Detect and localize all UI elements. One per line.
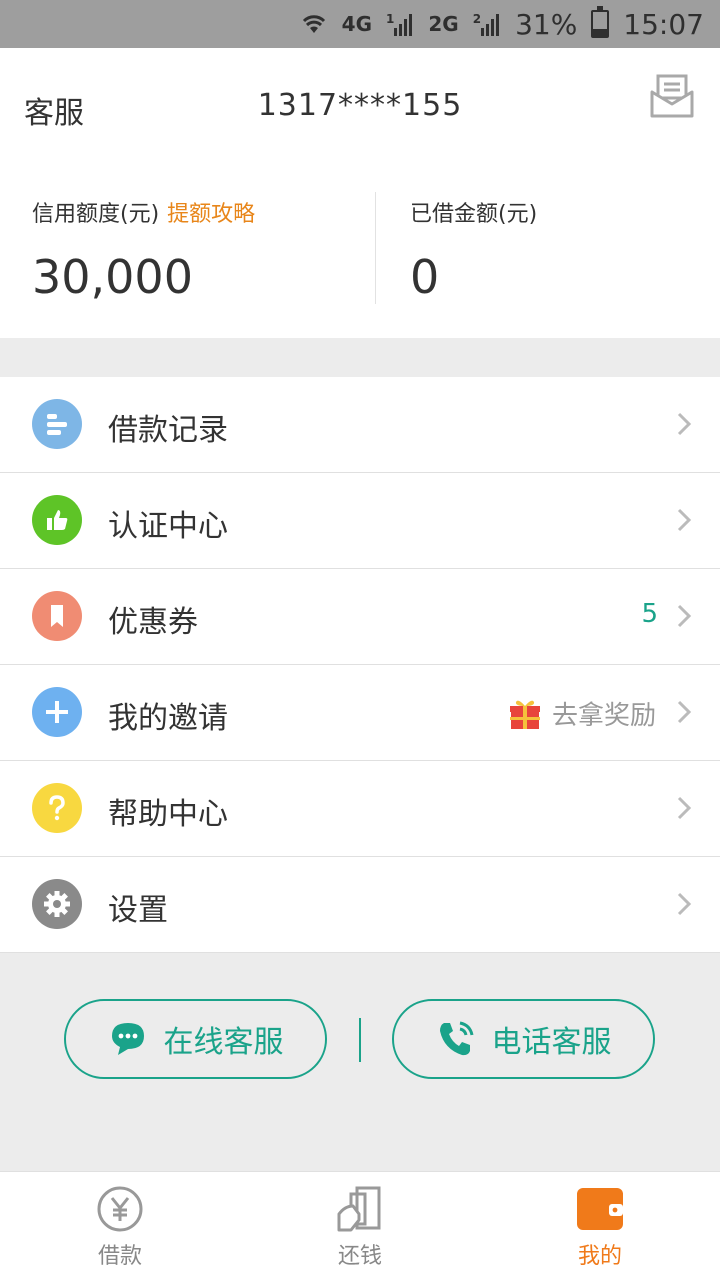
- menu-item-help-center[interactable]: 帮助中心: [0, 761, 720, 857]
- signal-2-icon: 2: [473, 12, 501, 36]
- phone-number: 1317****155: [257, 88, 463, 123]
- chevron-right-icon: [676, 603, 692, 629]
- borrowed-amount-label: 已借金额(元): [410, 202, 538, 227]
- reward-hint-label: 去拿奖励: [551, 701, 656, 731]
- service-buttons: 在线客服 电话客服: [0, 954, 720, 1170]
- bookmark-icon: [32, 591, 82, 641]
- gift-icon: [508, 697, 542, 731]
- header-divider: [375, 192, 376, 304]
- phone-icon: [436, 1019, 476, 1059]
- thumbs-up-icon: [32, 495, 82, 545]
- credit-limit-label-row: 信用额度(元) 提额攻略: [32, 196, 255, 228]
- menu-item-coupons[interactable]: 优惠券 5: [0, 569, 720, 665]
- menu-item-label: 优惠券: [108, 605, 198, 640]
- menu-item-label: 认证中心: [108, 509, 228, 544]
- menu-item-settings[interactable]: 设置: [0, 857, 720, 953]
- online-service-label: 在线客服: [163, 1025, 284, 1060]
- tab-label: 还钱: [337, 1244, 382, 1269]
- tab-borrow[interactable]: 借款: [0, 1172, 240, 1280]
- menu-item-my-invitations[interactable]: 我的邀请 去拿奖励: [0, 665, 720, 761]
- service-divider: [359, 1018, 361, 1062]
- bottom-tab-bar: 借款 还钱 我的: [0, 1171, 720, 1280]
- signal-1-icon: 1: [386, 12, 414, 36]
- battery-percent: 31%: [515, 7, 578, 41]
- raise-limit-link[interactable]: 提额攻略: [167, 202, 255, 227]
- chat-bubble-icon: [108, 1019, 148, 1059]
- tab-label: 我的: [577, 1244, 622, 1269]
- status-bar: 4G 1 2G 2 31% 15:07: [0, 0, 720, 48]
- phone-service-label: 电话客服: [491, 1025, 612, 1060]
- borrowed-amount-value: 0: [410, 250, 440, 304]
- phone-service-button[interactable]: 电话客服: [392, 999, 655, 1079]
- tab-mine[interactable]: 我的: [480, 1172, 720, 1280]
- wifi-icon: [300, 11, 328, 37]
- tab-label: 借款: [97, 1244, 142, 1269]
- chevron-right-icon: [676, 411, 692, 437]
- reward-hint: 去拿奖励: [508, 695, 656, 732]
- tab-repay[interactable]: 还钱: [240, 1172, 480, 1280]
- gear-icon: [32, 879, 82, 929]
- plus-icon: [32, 687, 82, 737]
- list-icon: [32, 399, 82, 449]
- clock: 15:07: [623, 7, 704, 41]
- credit-limit-value: 30,000: [32, 250, 193, 304]
- battery-icon: [591, 6, 610, 38]
- menu-item-loan-records[interactable]: 借款记录: [0, 377, 720, 473]
- account-header: 客服 1317****155 信用额度(元) 提额攻略 30,000 已借金额(元…: [0, 48, 720, 338]
- menu-item-label: 帮助中心: [108, 797, 228, 832]
- credit-limit-label: 信用额度(元): [32, 202, 160, 227]
- question-icon: [32, 783, 82, 833]
- menu-item-label: 我的邀请: [108, 701, 228, 736]
- menu-list: 借款记录 认证中心 优惠券 5 我的邀请 去拿奖励 帮助中心 设置: [0, 377, 720, 953]
- network-2g-indicator: 2G: [428, 12, 459, 36]
- hand-card-icon: [335, 1184, 385, 1234]
- chevron-right-icon: [676, 507, 692, 533]
- coupon-count-badge: 5: [641, 599, 658, 629]
- customer-service-link[interactable]: 客服: [24, 88, 84, 132]
- chevron-right-icon: [676, 699, 692, 725]
- menu-item-verification-center[interactable]: 认证中心: [0, 473, 720, 569]
- message-icon[interactable]: [650, 74, 694, 118]
- yen-circle-icon: [95, 1184, 145, 1234]
- chevron-right-icon: [676, 891, 692, 917]
- online-service-button[interactable]: 在线客服: [64, 999, 327, 1079]
- wallet-icon: [575, 1184, 625, 1234]
- menu-item-label: 借款记录: [108, 413, 228, 448]
- chevron-right-icon: [676, 795, 692, 821]
- network-4g-indicator: 4G: [341, 12, 372, 36]
- menu-item-label: 设置: [108, 893, 168, 928]
